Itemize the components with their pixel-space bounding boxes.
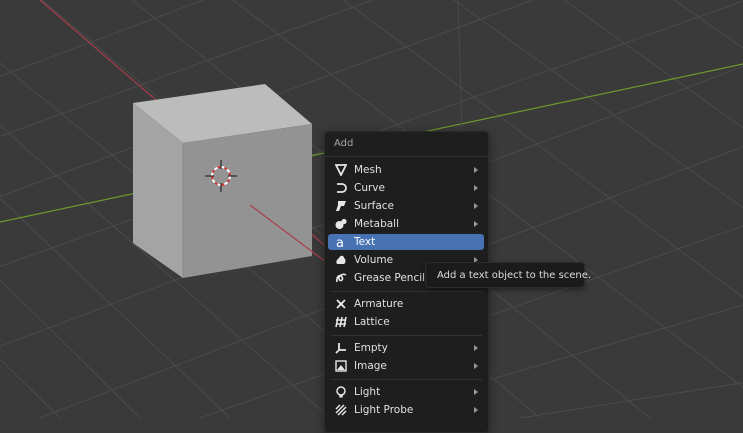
menu-item-surface[interactable]: Surface — [328, 198, 484, 214]
light-probe-icon — [334, 403, 348, 417]
tooltip: Add a text object to the scene. — [425, 262, 591, 288]
menu-item-light[interactable]: Light — [328, 384, 484, 400]
submenu-arrow-icon — [474, 345, 478, 351]
menu-item-label: Surface — [354, 200, 395, 212]
surface-icon — [334, 199, 348, 213]
menu-divider — [325, 156, 488, 157]
menu-item-label: Armature — [354, 298, 404, 310]
menu-item-image[interactable]: Image — [328, 358, 484, 374]
menu-item-metaball[interactable]: Metaball — [328, 216, 484, 232]
svg-text:a: a — [336, 236, 344, 248]
default-cube[interactable] — [133, 84, 312, 278]
menu-item-curve[interactable]: Curve — [328, 180, 484, 196]
volume-icon — [334, 253, 348, 267]
menu-title: Add — [334, 138, 354, 149]
menu-separator — [331, 335, 482, 336]
menu-item-label: Metaball — [354, 218, 400, 230]
menu-separator — [331, 291, 482, 292]
empty-icon — [334, 341, 348, 355]
menu-item-armature[interactable]: Armature — [328, 296, 484, 312]
menu-item-label: Light — [354, 386, 381, 398]
cube-front-face — [183, 124, 312, 278]
menu-item-label: Image — [354, 360, 387, 372]
menu-item-light-probe[interactable]: Light Probe — [328, 402, 484, 418]
submenu-arrow-icon — [474, 221, 478, 227]
menu-separator — [331, 379, 482, 380]
menu-item-label: Empty — [354, 342, 388, 354]
menu-item-label: Mesh — [354, 164, 382, 176]
submenu-arrow-icon — [474, 185, 478, 191]
submenu-arrow-icon — [474, 363, 478, 369]
menu-item-empty[interactable]: Empty — [328, 340, 484, 356]
menu-item-text[interactable]: a Text — [328, 234, 484, 250]
menu-item-label: Light Probe — [354, 404, 414, 416]
menu-item-lattice[interactable]: Lattice — [328, 314, 484, 330]
submenu-arrow-icon — [474, 407, 478, 413]
light-icon — [334, 385, 348, 399]
submenu-arrow-icon — [474, 389, 478, 395]
submenu-arrow-icon — [474, 167, 478, 173]
text-icon: a — [334, 235, 348, 249]
curve-icon — [334, 181, 348, 195]
metaball-icon — [334, 217, 348, 231]
lattice-icon — [334, 315, 348, 329]
grease-pencil-icon — [334, 271, 348, 285]
menu-item-label: Text — [354, 236, 376, 248]
armature-icon — [334, 297, 348, 311]
mesh-icon — [334, 163, 348, 177]
submenu-arrow-icon — [474, 203, 478, 209]
menu-item-label: Lattice — [354, 316, 390, 328]
image-icon — [334, 359, 348, 373]
menu-item-mesh[interactable]: Mesh — [328, 162, 484, 178]
menu-item-label: Curve — [354, 182, 385, 194]
